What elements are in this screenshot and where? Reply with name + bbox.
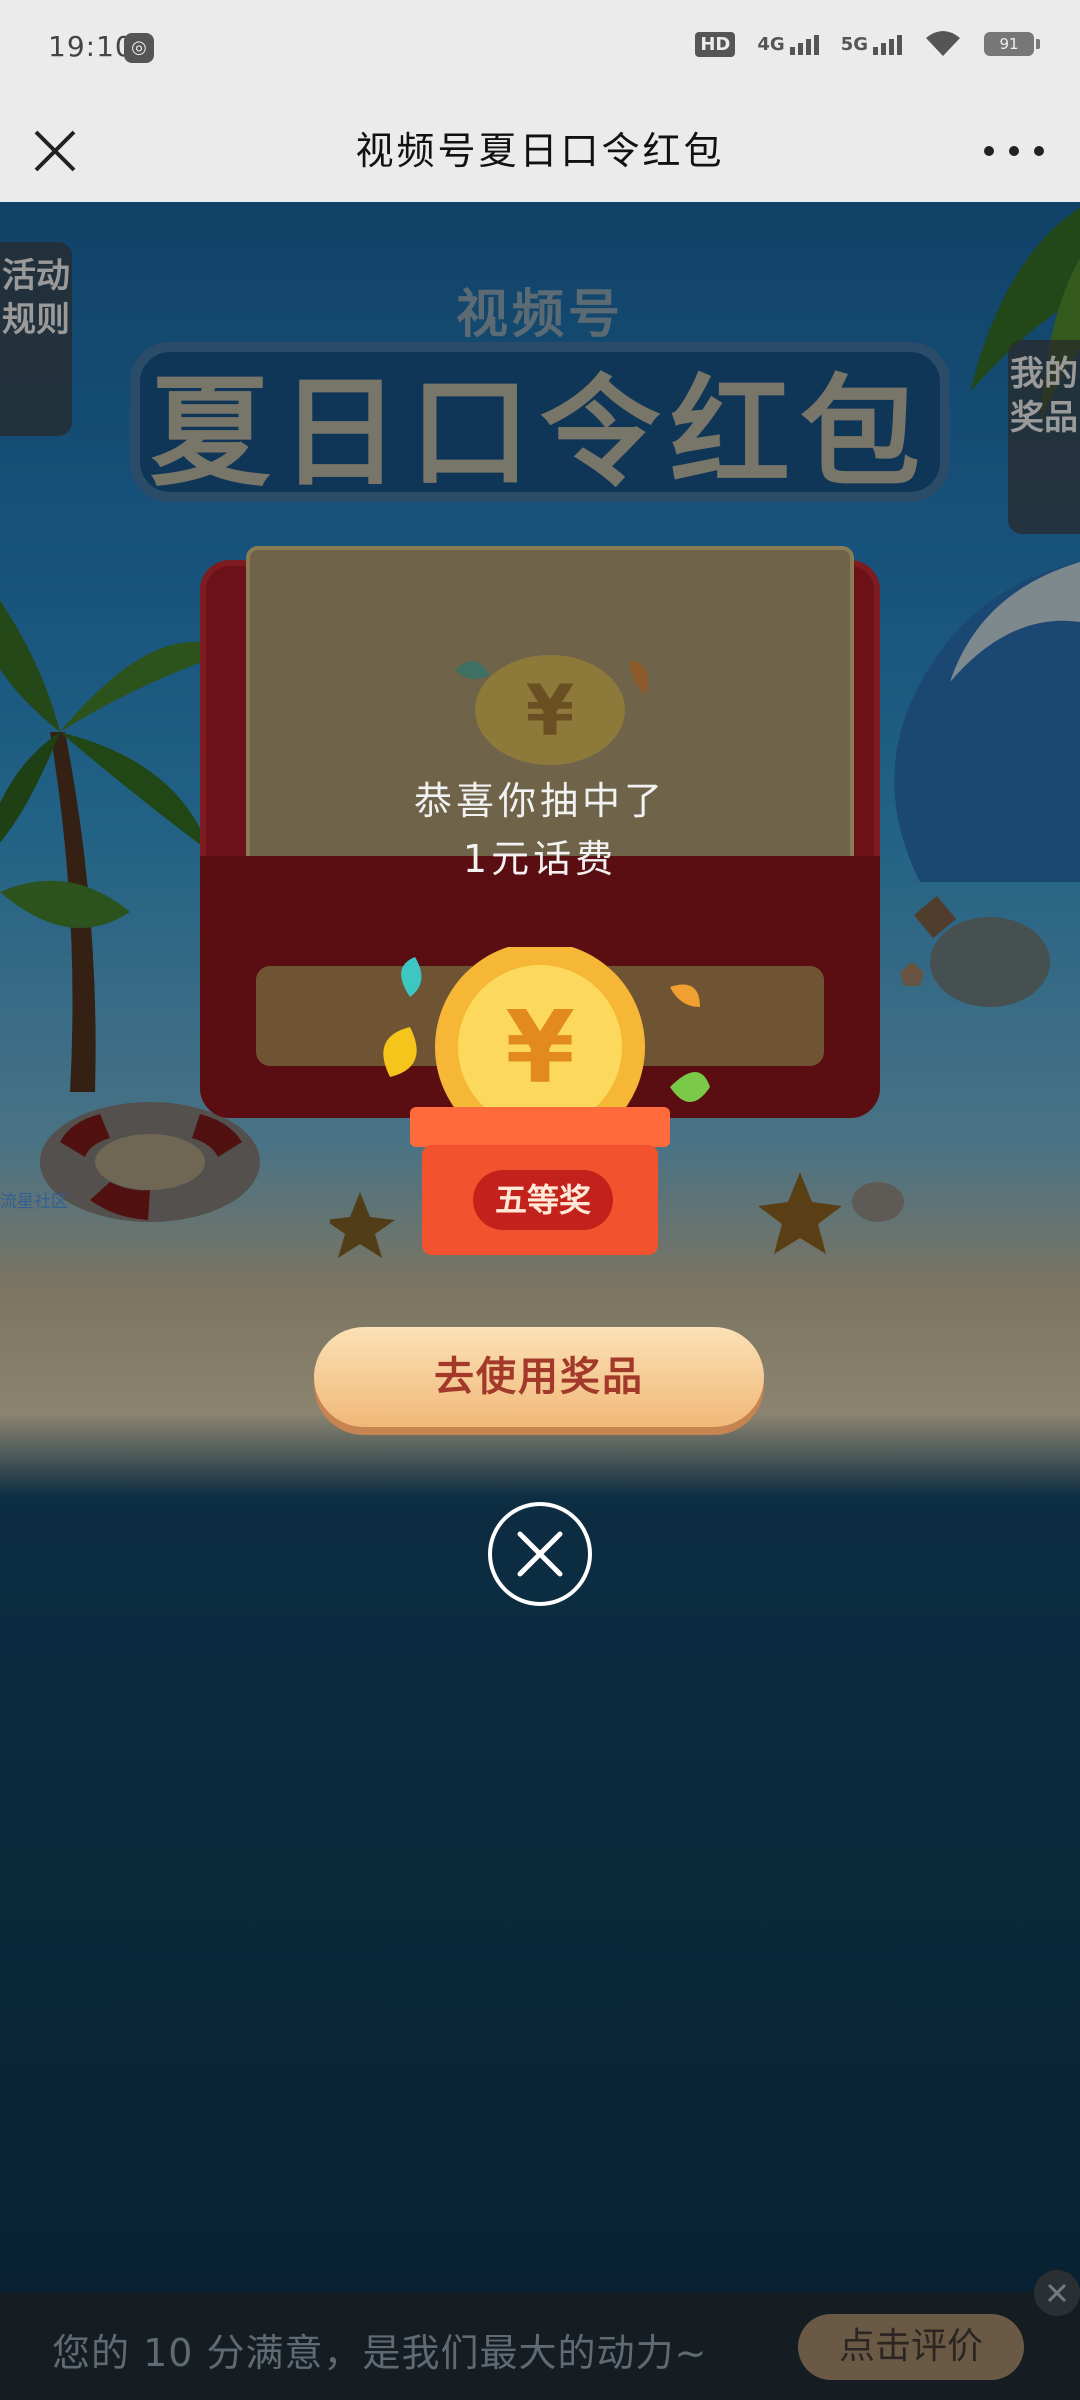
svg-text:¥: ¥: [526, 670, 575, 752]
battery-icon: 91: [984, 32, 1040, 56]
page-title: 视频号夏日口令红包: [355, 129, 725, 173]
svg-text:¥: ¥: [505, 989, 575, 1106]
use-prize-button[interactable]: 去使用奖品: [314, 1327, 764, 1427]
result-line-1: 恭喜你抽中了: [413, 779, 666, 823]
result-message: 恭喜你抽中了 1元话费: [0, 772, 1080, 888]
feedback-text: 您的 10 分满意，是我们最大的动力~: [52, 2331, 708, 2375]
network-5g-label: 5G: [840, 33, 868, 55]
hd-icon: HD: [695, 31, 736, 57]
rate-button[interactable]: 点击评价: [798, 2314, 1024, 2380]
feedback-close-icon[interactable]: [1034, 2270, 1080, 2316]
activity-scene: 视频号 夏日口令红包 流星社区 活动规则 我的奖品 ¥ 恭喜你抽中了 1元话费 …: [0, 202, 1080, 2292]
my-prizes-tab[interactable]: 我的奖品: [1008, 340, 1080, 534]
wifi-icon: [926, 31, 960, 56]
status-bar: 19:10 ◎ HD 4G 5G 91: [0, 0, 1080, 100]
signal-4g-icon: 4G: [757, 33, 819, 55]
status-time: 19:10: [48, 30, 134, 63]
status-icons: HD 4G 5G 91: [695, 30, 1040, 58]
network-4g-label: 4G: [757, 33, 785, 55]
coin-icon: ¥: [455, 655, 648, 765]
close-circle-icon[interactable]: [486, 1500, 594, 1608]
nav-bar: 视频号夏日口令红包: [0, 100, 1080, 203]
signal-5g-icon: 5G: [841, 34, 902, 55]
result-line-2: 1元话费: [462, 837, 618, 881]
more-icon[interactable]: [984, 136, 1044, 166]
feedback-bar: 您的 10 分满意，是我们最大的动力~ 点击评价: [0, 2270, 1080, 2400]
location-icon: ◎: [124, 33, 154, 63]
rules-tab[interactable]: 活动规则: [0, 242, 72, 436]
prize-tier-badge: 五等奖: [473, 1170, 613, 1230]
